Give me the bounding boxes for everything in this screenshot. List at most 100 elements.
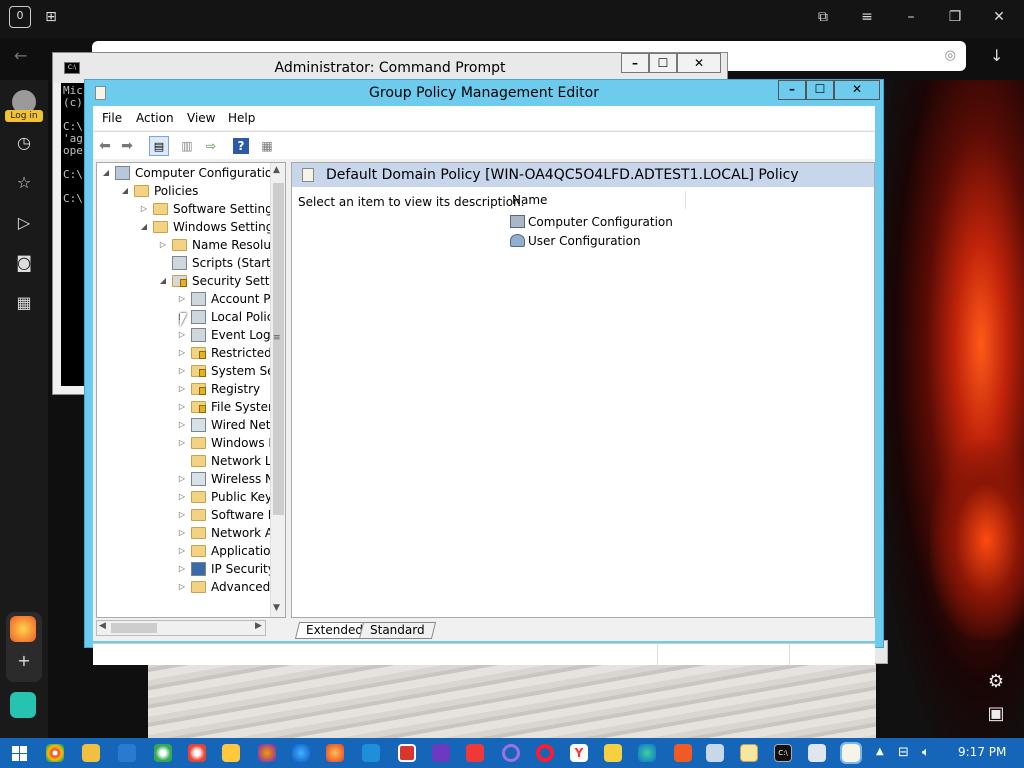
scroll-up-icon[interactable]: ▲ bbox=[273, 165, 280, 175]
tab-counter-button[interactable]: 0 bbox=[9, 6, 31, 28]
collapse-arrow-icon[interactable]: ◢ bbox=[101, 164, 111, 182]
scroll-right-icon[interactable]: ▶ bbox=[255, 621, 262, 631]
expand-arrow-icon[interactable]: ▷ bbox=[177, 470, 187, 488]
tree-item[interactable]: ▷ Registry bbox=[97, 380, 270, 398]
expand-arrow-icon[interactable]: ▷ bbox=[177, 578, 187, 596]
tree-pane[interactable]: ▷ Advanced ▷ IP Security ▷ Applicatio ▷ Network… bbox=[96, 162, 286, 618]
tree-item[interactable]: ▷ Wired Net bbox=[97, 416, 270, 434]
help-icon[interactable]: ? bbox=[233, 138, 249, 154]
firefox-nightly-icon[interactable] bbox=[326, 744, 344, 762]
vivaldi-alt-icon[interactable] bbox=[398, 744, 416, 762]
tree-item[interactable]: ◢ Computer Configuration bbox=[97, 164, 280, 182]
expand-arrow-icon[interactable]: ▷ bbox=[177, 524, 187, 542]
expand-arrow-icon[interactable]: ▷ bbox=[177, 380, 187, 398]
console-icon[interactable]: ▦ bbox=[257, 136, 277, 156]
tree-item[interactable]: ▷ Applicatio bbox=[97, 542, 271, 560]
screenshot-icon[interactable]: ◙ bbox=[12, 252, 36, 276]
close-icon[interactable]: ✕ bbox=[988, 7, 1010, 29]
tree-item[interactable]: ▷ Account P bbox=[97, 290, 271, 308]
chrome-icon[interactable] bbox=[46, 744, 64, 762]
list-item-user-configuration[interactable]: User Configuration bbox=[510, 232, 641, 250]
volume-muted-icon[interactable]: 🔈︎ bbox=[922, 745, 930, 760]
camera-icon[interactable]: ◎ bbox=[945, 48, 956, 63]
expand-arrow-icon[interactable]: ▷ bbox=[177, 542, 187, 560]
gallery-icon[interactable]: ▣ bbox=[986, 704, 1006, 724]
show-tree-icon[interactable]: ▤ bbox=[149, 136, 169, 156]
settings-gear-icon[interactable]: ⚙ bbox=[986, 672, 1006, 692]
tree-item[interactable]: ▷ File Systen bbox=[97, 398, 276, 416]
menu-view[interactable]: View bbox=[187, 111, 215, 125]
brave-icon[interactable] bbox=[674, 744, 692, 762]
restore-icon[interactable]: ❐ bbox=[944, 7, 966, 29]
gpme-minimize-button[interactable]: – bbox=[778, 80, 806, 100]
cmd-taskbar-icon[interactable]: C:\ bbox=[774, 744, 792, 762]
h-scroll-thumb[interactable] bbox=[111, 623, 157, 633]
minimize-icon[interactable]: – bbox=[900, 7, 922, 29]
star-icon[interactable]: ☆ bbox=[12, 172, 36, 196]
expand-arrow-icon[interactable]: ▷ bbox=[177, 506, 187, 524]
expand-arrow-icon[interactable]: ▷ bbox=[177, 344, 187, 362]
gpme-taskbar-icon[interactable] bbox=[840, 742, 862, 764]
tree-item[interactable]: ▷ Windows I bbox=[97, 434, 272, 452]
expand-arrow-icon[interactable]: ▷ bbox=[177, 560, 187, 578]
folder-taskbar-icon[interactable] bbox=[604, 744, 622, 762]
scroll-left-icon[interactable]: ◀ bbox=[99, 621, 106, 631]
gpme-close-button[interactable]: ✕ bbox=[834, 80, 880, 100]
chrome-dev-icon[interactable] bbox=[188, 744, 206, 762]
tree-item[interactable]: ◢ Windows Settings bbox=[97, 218, 280, 236]
menu-file[interactable]: File bbox=[102, 111, 122, 125]
firefox-icon[interactable] bbox=[258, 744, 276, 762]
export-icon[interactable]: ⇨ bbox=[201, 136, 221, 156]
forward-arrow-icon[interactable]: ➡ bbox=[117, 136, 137, 156]
expand-arrow-icon[interactable]: ▷ bbox=[177, 398, 187, 416]
tree-item[interactable]: Network L bbox=[97, 452, 272, 470]
file-explorer-icon[interactable] bbox=[82, 744, 100, 762]
tree-item[interactable]: ▷ IP Security bbox=[97, 560, 275, 578]
expand-arrow-icon[interactable]: ▷ bbox=[177, 326, 187, 344]
gpme-title-bar[interactable]: Group Policy Management Editor bbox=[85, 80, 883, 106]
back-arrow-icon[interactable]: ⬅ bbox=[95, 136, 115, 156]
tree-item[interactable]: Scripts (Startu bbox=[97, 254, 278, 272]
tree-item[interactable]: ▷ Wireless N bbox=[97, 470, 274, 488]
collapse-arrow-icon[interactable]: ◢ bbox=[139, 218, 149, 236]
vivaldi-icon[interactable] bbox=[466, 744, 484, 762]
tree-item[interactable]: ◢ Security Settin bbox=[97, 272, 281, 290]
chrome-canary-icon[interactable] bbox=[222, 744, 240, 762]
scroll-down-icon[interactable]: ▼ bbox=[273, 603, 280, 613]
bookmark-icon[interactable]: ⧉ bbox=[812, 7, 834, 29]
expand-arrow-icon[interactable]: ▷ bbox=[177, 434, 187, 452]
apps-grid-icon[interactable]: ▦ bbox=[12, 292, 36, 316]
menu-action[interactable]: Action bbox=[136, 111, 174, 125]
history-icon[interactable]: ◷ bbox=[12, 132, 36, 156]
tray-expand-icon[interactable]: ▲ bbox=[876, 746, 884, 757]
tree-item[interactable]: ▷ System Se bbox=[97, 362, 275, 380]
tree-item[interactable]: ▷ Advanced bbox=[97, 578, 270, 596]
menu-help[interactable]: Help bbox=[228, 111, 255, 125]
column-header-name[interactable]: Name bbox=[506, 191, 686, 209]
cmd-minimize-button[interactable]: – bbox=[621, 53, 649, 73]
server-manager-icon[interactable] bbox=[706, 744, 724, 762]
expand-arrow-icon[interactable]: ▷ bbox=[177, 290, 187, 308]
expand-arrow-icon[interactable]: ▷ bbox=[139, 200, 149, 218]
list-item-computer-configuration[interactable]: Computer Configuration bbox=[510, 213, 673, 231]
send-app-icon[interactable] bbox=[10, 692, 36, 718]
shield-browser-icon[interactable] bbox=[362, 744, 380, 762]
properties-icon[interactable]: ▥ bbox=[177, 136, 197, 156]
taskbar-clock[interactable]: 9:17 PM bbox=[958, 745, 1006, 759]
new-tab-icon[interactable]: ⊞ bbox=[40, 7, 62, 29]
menu-icon[interactable]: ≡ bbox=[856, 7, 878, 29]
app-orange-icon[interactable] bbox=[10, 616, 36, 642]
firefox-dev-icon[interactable] bbox=[292, 744, 310, 762]
download-icon[interactable]: ↓ bbox=[990, 46, 1003, 65]
edge-icon[interactable] bbox=[638, 744, 656, 762]
opera-icon[interactable] bbox=[536, 744, 554, 762]
gpmc-icon[interactable] bbox=[808, 744, 826, 762]
tree-item[interactable]: ▷ Software R bbox=[97, 506, 276, 524]
collapse-arrow-icon[interactable]: ◢ bbox=[158, 272, 168, 290]
gpme-maximize-button[interactable]: ☐ bbox=[806, 80, 834, 100]
expand-arrow-icon[interactable]: ▷ bbox=[158, 236, 168, 254]
tree-vertical-scrollbar[interactable]: ▲ ≡ ▼ bbox=[270, 163, 285, 617]
tree-item[interactable]: ▷ Network A bbox=[97, 524, 273, 542]
tree-item[interactable]: ▷ Software Settings bbox=[97, 200, 279, 218]
login-badge[interactable]: Log in bbox=[5, 110, 43, 122]
